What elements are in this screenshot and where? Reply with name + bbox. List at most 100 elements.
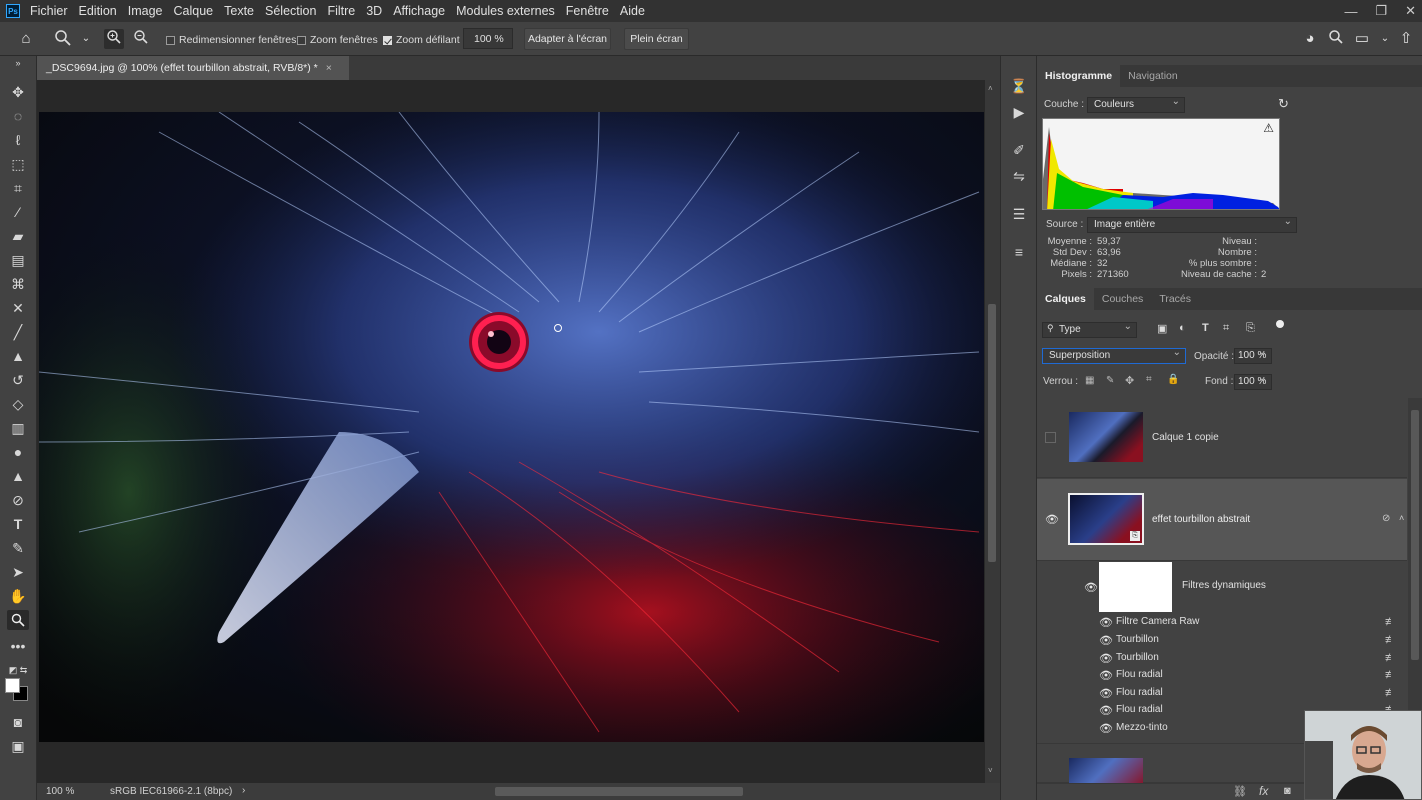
tab-paths[interactable]: Tracés <box>1151 288 1199 310</box>
eye-icon[interactable]: 👁 <box>1099 704 1113 717</box>
eyedropper-tool-icon[interactable]: ⁄ <box>7 202 29 222</box>
scroll-down-icon[interactable]: ˅ <box>988 766 993 775</box>
eye-icon[interactable]: 👁 <box>1084 581 1098 594</box>
path-select-tool-icon[interactable]: ✎ <box>7 538 29 558</box>
layer-name[interactable]: Calque 1 copie <box>1152 432 1219 443</box>
filter-toggle-icon[interactable] <box>1276 320 1284 328</box>
refresh-icon[interactable]: ↻ <box>1278 96 1289 112</box>
pen-tool-icon[interactable]: ⊘ <box>7 490 29 510</box>
move-tool-icon[interactable]: ✥ <box>7 82 29 102</box>
filter-smart-object-icon[interactable]: ⎘ <box>1246 322 1255 335</box>
fit-screen-button[interactable]: Adapter à l'écran <box>524 28 611 50</box>
menu-edit[interactable]: Edition <box>79 4 117 18</box>
menu-view[interactable]: Affichage <box>393 4 445 18</box>
tab-channels[interactable]: Couches <box>1094 288 1151 310</box>
lasso-tool-icon[interactable]: ℓ <box>7 130 29 150</box>
filter-item[interactable]: Tourbillon <box>1116 634 1159 645</box>
checkbox-box[interactable] <box>297 35 306 45</box>
filter-options-icon[interactable]: ≢ <box>1385 634 1396 646</box>
eye-icon[interactable]: 👁 <box>1099 687 1113 700</box>
visibility-toggle-off[interactable] <box>1045 432 1056 443</box>
eye-icon[interactable]: 👁 <box>1045 513 1059 526</box>
filter-type-icon[interactable]: T <box>1202 322 1209 334</box>
eye-icon[interactable]: 👁 <box>1099 669 1113 682</box>
source-dropdown[interactable]: Image entière <box>1087 215 1297 233</box>
export-icon[interactable]: ⇧ <box>1396 29 1416 49</box>
zoom-value-field[interactable]: 100 % <box>463 28 513 49</box>
content-aware-tool-icon[interactable]: ⌘ <box>7 274 29 294</box>
collapse-icon[interactable]: » <box>7 58 29 68</box>
eye-icon[interactable]: 👁 <box>1099 634 1113 647</box>
zoom-in-icon[interactable] <box>104 29 124 49</box>
lock-paint-icon[interactable]: ✎ <box>1106 375 1114 386</box>
filter-item[interactable]: Filtre Camera Raw <box>1116 616 1199 627</box>
lock-artboard-icon[interactable]: ⌗ <box>1146 374 1152 385</box>
scrubby-zoom-checkbox[interactable]: Zoom défilant <box>383 34 460 46</box>
filter-pixel-icon[interactable]: ▣ <box>1157 322 1167 335</box>
tab-layers[interactable]: Calques <box>1037 288 1094 310</box>
cross-tool-icon[interactable]: ✕ <box>7 298 29 318</box>
fill-screen-button[interactable]: Plein écran <box>624 28 689 50</box>
fill-field[interactable]: 100 % <box>1234 372 1272 390</box>
type-tool-icon[interactable]: T <box>7 514 29 534</box>
chevron-down-icon[interactable]: ⌄ <box>1375 29 1395 49</box>
swap-colors-icon[interactable]: ◩ ⇆ <box>7 660 29 680</box>
menu-layer[interactable]: Calque <box>174 4 214 18</box>
blur-tool-icon[interactable]: ● <box>7 442 29 462</box>
eraser-tool-icon[interactable]: ◇ <box>7 394 29 414</box>
stamp-tool-icon[interactable]: ▲ <box>7 346 29 366</box>
adjustments-icon[interactable]: ⇋ <box>1009 166 1029 186</box>
eye-icon[interactable]: 👁 <box>1099 616 1113 629</box>
canvas-area[interactable] <box>37 80 985 783</box>
scroll-up-icon[interactable]: ˄ <box>988 84 993 93</box>
menu-3d[interactable]: 3D <box>366 4 382 18</box>
quick-mask-icon[interactable]: ◙ <box>7 712 29 732</box>
menu-plugins[interactable]: Modules externes <box>456 4 555 18</box>
filter-shape-icon[interactable]: ⌗ <box>1223 322 1229 335</box>
scrollbar-thumb[interactable] <box>1411 410 1419 660</box>
tab-histogram[interactable]: Histogramme <box>1037 65 1121 87</box>
collapse-caret-icon[interactable]: ˄ <box>1399 513 1404 523</box>
scrollbar-thumb[interactable] <box>988 304 996 562</box>
more-tools-icon[interactable]: ••• <box>7 636 29 656</box>
filter-item[interactable]: Tourbillon <box>1116 652 1159 663</box>
resize-windows-checkbox[interactable]: Redimensionner fenêtres <box>166 34 296 46</box>
zoom-tool-icon[interactable] <box>7 610 29 630</box>
filter-adjustment-icon[interactable]: ◐ <box>1179 322 1186 334</box>
crop-tool-icon[interactable]: ⌗ <box>7 178 29 198</box>
vertical-scrollbar[interactable]: ˄ ˅ <box>985 80 1000 783</box>
hand-tool-icon[interactable]: ✋ <box>7 586 29 606</box>
horizontal-scrollbar-thumb[interactable] <box>495 787 743 796</box>
mask-icon[interactable]: ◙ <box>1284 785 1291 797</box>
lock-all-icon[interactable]: 🔒 <box>1167 374 1179 385</box>
warning-icon[interactable]: ⚠ <box>1263 121 1274 135</box>
filter-item[interactable]: Flou radial <box>1116 687 1163 698</box>
history-brush-tool-icon[interactable]: ↺ <box>7 370 29 390</box>
share-icon[interactable]: ◕ <box>1300 29 1320 49</box>
filter-options-icon[interactable]: ≢ <box>1385 687 1396 699</box>
direct-select-tool-icon[interactable]: ➤ <box>7 562 29 582</box>
sliders-icon[interactable]: ≡ <box>1009 242 1029 262</box>
maximize-button[interactable]: ❐ <box>1375 3 1387 19</box>
document-image[interactable] <box>39 112 984 742</box>
layer-row[interactable]: Calque 1 copie <box>1037 398 1407 478</box>
eye-icon[interactable]: 👁 <box>1099 722 1113 735</box>
close-tab-icon[interactable]: × <box>326 62 332 74</box>
layer-name[interactable]: effet tourbillon abstrait <box>1152 514 1250 525</box>
menu-file[interactable]: Fichier <box>30 4 68 18</box>
close-button[interactable]: ✕ <box>1405 3 1416 19</box>
menu-image[interactable]: Image <box>128 4 163 18</box>
filter-options-icon[interactable]: ≢ <box>1385 616 1396 628</box>
menu-window[interactable]: Fenêtre <box>566 4 609 18</box>
tab-navigation[interactable]: Navigation <box>1120 65 1186 87</box>
zoom-out-icon[interactable] <box>131 29 151 49</box>
fx-icon[interactable]: fx <box>1259 784 1268 798</box>
filter-item[interactable]: Flou radial <box>1116 704 1163 715</box>
gradient-tool-icon[interactable]: ▥ <box>7 418 29 438</box>
filter-item[interactable]: Flou radial <box>1116 669 1163 680</box>
properties-icon[interactable]: ☰ <box>1009 204 1029 224</box>
history-icon[interactable]: ⏳ <box>1009 76 1029 96</box>
layer-row-selected[interactable]: 👁 ⎘ effet tourbillon abstrait ⊘ ˄ <box>1037 479 1407 561</box>
blend-mode-dropdown[interactable]: Superposition <box>1042 346 1186 364</box>
checkbox-box[interactable] <box>166 35 175 45</box>
